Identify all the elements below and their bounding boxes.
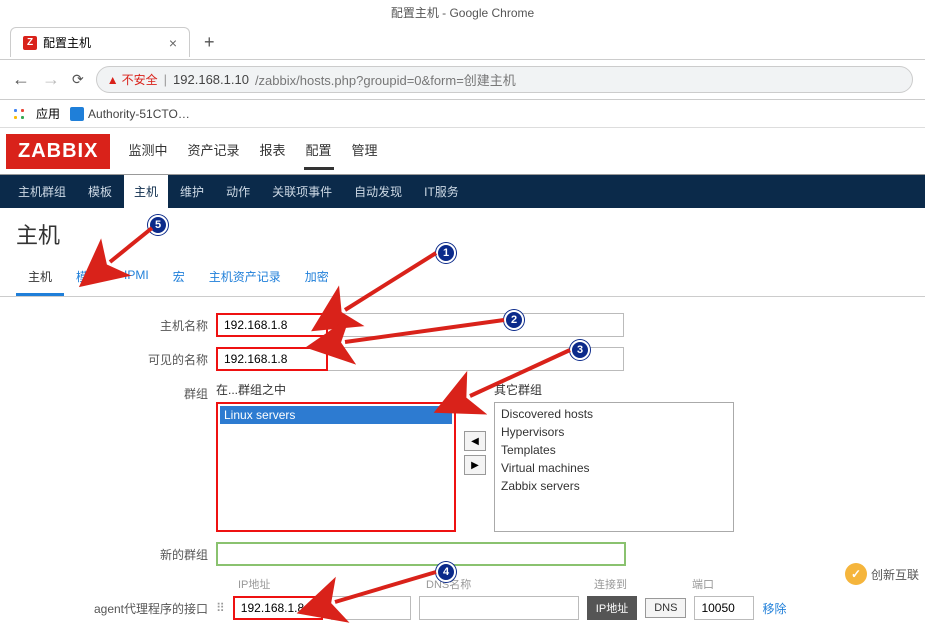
zabbix-logo[interactable]: ZABBIX — [6, 134, 110, 169]
menu-monitoring[interactable]: 监测中 — [126, 132, 169, 170]
chrome-toolbar: ← → ⟳ ▲ 不安全 | 192.168.1.10/zabbix/hosts.… — [0, 60, 925, 100]
menu-reports[interactable]: 报表 — [257, 132, 287, 170]
chrome-window-title: 配置主机 - Google Chrome — [0, 0, 925, 25]
move-right-button[interactable]: ▶ — [464, 455, 486, 475]
iface-ip-input[interactable] — [233, 596, 323, 620]
page-title: 主机 — [0, 208, 925, 260]
group-option[interactable]: Zabbix servers — [497, 477, 731, 495]
footer-brand: ✓ 创新互联 — [845, 563, 919, 585]
tab-encryption[interactable]: 加密 — [293, 260, 341, 296]
visiblename-label: 可见的名称 — [16, 347, 216, 368]
bookmark-item[interactable]: Authority-51CTO… — [70, 107, 190, 121]
in-groups-head: 在...群组之中 — [216, 381, 456, 402]
connect-dns-toggle[interactable]: DNS — [645, 598, 686, 618]
tab-host[interactable]: 主机 — [16, 260, 64, 296]
forward-button[interactable]: → — [42, 69, 60, 90]
iface-port-input[interactable] — [694, 596, 754, 620]
sub-hosts[interactable]: 主机 — [124, 175, 168, 208]
url-host: 192.168.1.10 — [173, 72, 249, 87]
in-groups-listbox[interactable]: Linux servers — [216, 402, 456, 532]
zabbix-topbar: ZABBIX 监测中 资产记录 报表 配置 管理 — [0, 128, 925, 175]
interface-headers: IP地址 DNS名称 连接到 端口 — [238, 576, 909, 592]
connect-ip-toggle[interactable]: IP地址 — [587, 596, 637, 620]
address-bar[interactable]: ▲ 不安全 | 192.168.1.10/zabbix/hosts.php?gr… — [96, 66, 913, 93]
hostname-input[interactable] — [216, 313, 328, 337]
brand-icon: ✓ — [845, 563, 867, 585]
host-form: 主机名称 可见的名称 群组 在...群组之中 Linux servers ◀ ▶… — [0, 297, 925, 620]
bookmark-icon — [70, 107, 84, 121]
group-option[interactable]: Virtual machines — [497, 459, 731, 477]
bookmarks-bar: 应用 Authority-51CTO… — [0, 100, 925, 128]
sub-correlation[interactable]: 关联项事件 — [262, 175, 342, 208]
iface-remove-link[interactable]: 移除 — [762, 600, 786, 617]
iface-label: agent代理程序的接口 — [16, 596, 216, 617]
tab-ipmi[interactable]: IPMI — [112, 260, 161, 296]
other-groups-listbox[interactable]: Discovered hosts Hypervisors Templates V… — [494, 402, 734, 532]
sub-discovery[interactable]: 自动发现 — [344, 175, 412, 208]
apps-label[interactable]: 应用 — [36, 105, 60, 122]
back-button[interactable]: ← — [12, 69, 30, 90]
newgroup-label: 新的群组 — [16, 542, 216, 563]
hostname-label: 主机名称 — [16, 313, 216, 334]
tab-macros[interactable]: 宏 — [161, 260, 197, 296]
drag-handle-icon[interactable]: ⠿ — [216, 601, 225, 615]
iface-head-ip: IP地址 — [238, 576, 418, 592]
sub-hostgroups[interactable]: 主机群组 — [8, 175, 76, 208]
zabbix-favicon: Z — [23, 36, 37, 50]
sub-templates[interactable]: 模板 — [78, 175, 122, 208]
new-tab-button[interactable]: + — [198, 30, 221, 55]
url-path: /zabbix/hosts.php?groupid=0&form=创建主机 — [255, 70, 516, 89]
hostname-input-ext[interactable] — [328, 313, 624, 337]
apps-icon[interactable] — [12, 107, 26, 121]
tab-title: 配置主机 — [43, 34, 91, 51]
zabbix-main-menu: 监测中 资产记录 报表 配置 管理 — [126, 132, 379, 170]
bookmark-label: Authority-51CTO… — [88, 107, 190, 121]
other-groups-head: 其它群组 — [494, 381, 734, 402]
url-separator: | — [164, 72, 167, 87]
group-option[interactable]: Hypervisors — [497, 423, 731, 441]
zabbix-submenu: 主机群组 模板 主机 维护 动作 关联项事件 自动发现 IT服务 — [0, 175, 925, 208]
group-mover: ◀ ▶ — [464, 431, 486, 475]
visiblename-input[interactable] — [216, 347, 328, 371]
menu-admin[interactable]: 管理 — [350, 132, 380, 170]
chrome-tab-strip: Z 配置主机 × + — [0, 25, 925, 60]
reload-button[interactable]: ⟳ — [72, 71, 84, 88]
insecure-badge: ▲ 不安全 — [107, 71, 158, 88]
group-option-linux[interactable]: Linux servers — [220, 406, 452, 424]
iface-ip-input-ext[interactable] — [331, 596, 411, 620]
sub-actions[interactable]: 动作 — [216, 175, 260, 208]
sub-itservices[interactable]: IT服务 — [414, 175, 469, 208]
sub-maintenance[interactable]: 维护 — [170, 175, 214, 208]
visiblename-input-ext[interactable] — [328, 347, 624, 371]
iface-head-dns: DNS名称 — [426, 576, 586, 592]
tab-templates[interactable]: 模板 — [64, 260, 112, 296]
close-icon[interactable]: × — [169, 35, 177, 51]
iface-dns-input[interactable] — [419, 596, 579, 620]
move-left-button[interactable]: ◀ — [464, 431, 486, 451]
form-tabs: 主机 模板 IPMI 宏 主机资产记录 加密 — [0, 260, 925, 297]
tab-inventory[interactable]: 主机资产记录 — [197, 260, 293, 296]
groups-label: 群组 — [16, 381, 216, 402]
group-option[interactable]: Discovered hosts — [497, 405, 731, 423]
browser-tab[interactable]: Z 配置主机 × — [10, 27, 190, 57]
iface-head-port: 端口 — [692, 576, 752, 592]
iface-head-conn: 连接到 — [594, 576, 684, 592]
brand-text: 创新互联 — [871, 566, 919, 583]
insecure-label: 不安全 — [122, 71, 158, 88]
menu-inventory[interactable]: 资产记录 — [185, 132, 241, 170]
group-option[interactable]: Templates — [497, 441, 731, 459]
warning-icon: ▲ — [107, 73, 119, 87]
menu-config[interactable]: 配置 — [304, 132, 334, 170]
newgroup-input[interactable] — [216, 542, 626, 566]
